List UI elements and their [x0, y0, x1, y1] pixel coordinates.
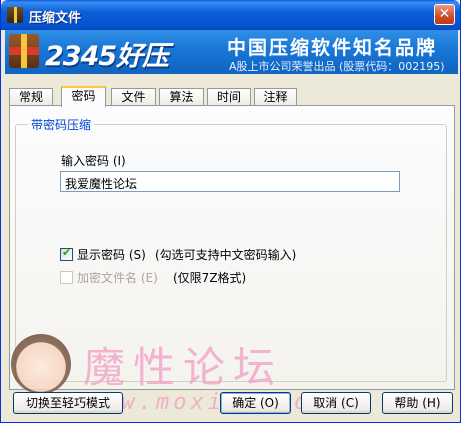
- tab-general[interactable]: 常规: [9, 88, 53, 105]
- encrypt-filenames-hint: (仅限7Z格式): [173, 271, 247, 285]
- switch-mode-button[interactable]: 切换至轻巧模式: [13, 392, 123, 414]
- ok-button[interactable]: 确定 (O): [220, 392, 291, 414]
- password-input-label: 输入密码 (I): [61, 154, 126, 168]
- watermark-url: www.moxing.com: [87, 390, 329, 415]
- tab-password[interactable]: 密码: [61, 86, 106, 107]
- brand-slogan: 中国压缩软件知名品牌: [227, 37, 438, 59]
- help-button[interactable]: 帮助 (H): [382, 392, 453, 414]
- tab-strip: 常规 密码 文件 算法 时间 注释: [9, 86, 453, 107]
- encrypt-filenames-checkbox[interactable]: [60, 271, 73, 284]
- show-password-hint: (勾选可支持中文密码输入): [155, 248, 297, 262]
- tab-files[interactable]: 文件: [111, 88, 156, 105]
- compress-dialog: 压缩文件 ✕ 2345好压 中国压缩软件知名品牌 A股上市公司荣誉出品 (股票代…: [0, 0, 461, 423]
- watermark-avatar: [11, 334, 71, 394]
- brand-banner: 2345好压 中国压缩软件知名品牌 A股上市公司荣誉出品 (股票代码：00219…: [5, 30, 458, 74]
- show-password-checkbox[interactable]: [60, 246, 73, 261]
- cancel-button[interactable]: 取消 (C): [301, 392, 371, 414]
- title-bar[interactable]: 压缩文件 ✕: [1, 0, 460, 30]
- watermark-title: 魔性论坛: [83, 343, 284, 392]
- archive-icon: [7, 7, 23, 23]
- password-group-title: 带密码压缩: [28, 116, 95, 133]
- password-input[interactable]: 我爱魔性论坛: [60, 171, 400, 192]
- encrypt-filenames-label[interactable]: 加密文件名 (E): [77, 269, 158, 286]
- brand-name: 2345好压: [45, 41, 169, 72]
- brand-subtitle: A股上市公司荣誉出品 (股票代码：002195): [229, 60, 445, 73]
- close-button[interactable]: ✕: [434, 4, 455, 25]
- haozip-logo-icon: [9, 34, 39, 68]
- show-password-label[interactable]: 显示密码 (S): [77, 246, 146, 263]
- tab-algorithm[interactable]: 算法: [159, 88, 204, 105]
- tab-comment[interactable]: 注释: [254, 88, 297, 105]
- window-title: 压缩文件: [29, 11, 82, 26]
- tab-time[interactable]: 时间: [207, 88, 251, 105]
